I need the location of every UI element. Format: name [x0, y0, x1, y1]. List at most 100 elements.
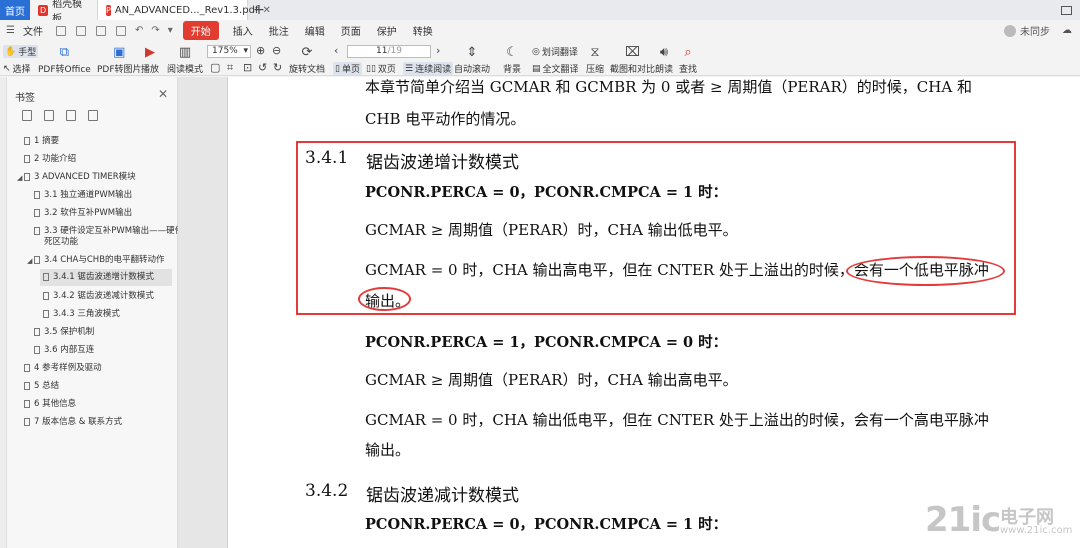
bookmark-item[interactable]: 3.6 内部互连	[34, 345, 94, 356]
zoom-out-icon[interactable]: ⊖	[272, 44, 281, 57]
background-button[interactable]: ☾ 背景	[503, 44, 521, 76]
bookmark-item[interactable]: 6 其他信息	[24, 399, 76, 410]
menu-icon[interactable]: ☰	[6, 25, 15, 36]
menu-annotate[interactable]: 批注	[261, 23, 297, 38]
annotation-ellipse	[358, 287, 411, 311]
pdf-to-office-button[interactable]: ⧉ PDF转Office	[38, 44, 91, 76]
bookmark-item[interactable]: 3.5 保护机制	[34, 327, 94, 338]
continuous-read-button[interactable]: ☰ 连续阅读	[403, 62, 454, 75]
pdf-to-image-button[interactable]: ▣ PDF转图片	[97, 44, 142, 76]
pdf-to-office-icon: ⧉	[59, 44, 70, 60]
bookmark-icon	[24, 364, 30, 372]
bookmark-item[interactable]: 4 参考样例及驱动	[24, 363, 102, 374]
doc-paragraph: CHB 电平动作的情况。	[365, 110, 526, 128]
avatar	[1004, 24, 1016, 37]
watermark-logo: 21ic	[925, 500, 1001, 540]
menu-edit[interactable]: 编辑	[297, 23, 333, 38]
condition-heading: PCONR.PERCA = 1，PCONR.CMPCA = 0 时：	[365, 334, 728, 351]
bookmark-item[interactable]: 2 功能介绍	[24, 154, 76, 165]
bookmark-item[interactable]: 3.2 软件互补PWM输出	[34, 208, 132, 219]
fit-width-icon[interactable]: ⊡	[243, 61, 252, 74]
window-layout-icon[interactable]	[1061, 5, 1072, 15]
select-tool[interactable]: ↖ 选择	[3, 62, 31, 76]
rotate-right-icon[interactable]: ↻	[273, 61, 282, 74]
rotate-document-button[interactable]: ⟳ 旋转文档	[289, 44, 325, 76]
menu-convert[interactable]: 转换	[405, 23, 441, 38]
read-mode-button[interactable]: ▥ 阅读模式	[167, 44, 203, 76]
add-tab-button[interactable]: +	[248, 0, 270, 20]
find-button[interactable]: ⌕ 查找	[679, 44, 697, 76]
bookmark-item[interactable]: 3 ADVANCED TIMER模块	[24, 172, 136, 183]
next-page-icon[interactable]: ›	[436, 44, 440, 57]
tab-template[interactable]: D 稻壳模板	[30, 0, 98, 25]
full-translate-button[interactable]: ▤ 全文翻译	[532, 62, 579, 76]
translate-icon: ◎	[532, 46, 540, 57]
print-icon[interactable]	[95, 25, 106, 36]
preview-icon[interactable]	[115, 25, 126, 36]
bookmark-icon	[43, 292, 49, 300]
bookmark-icon	[24, 382, 30, 390]
bookmark-item[interactable]: 3.4.3 三角波模式	[43, 309, 120, 320]
continuous-icon: ☰	[405, 63, 414, 74]
collapse-all-icon[interactable]	[44, 110, 54, 121]
prev-page-icon[interactable]: ‹	[334, 44, 338, 57]
menu-page[interactable]: 页面	[333, 23, 369, 38]
read-aloud-button[interactable]: 🔊︎ 朗读	[655, 44, 673, 76]
actual-size-icon[interactable]: ▢	[210, 61, 220, 74]
moon-icon: ☾	[506, 44, 518, 60]
menu-start[interactable]: 开始	[182, 21, 219, 40]
fit-page-icon[interactable]: ⌗	[227, 61, 233, 75]
expand-all-icon[interactable]	[22, 110, 32, 121]
bookmark-icon	[34, 256, 40, 264]
more-icon[interactable]: ▾	[168, 25, 173, 36]
auto-scroll-icon: ⇕	[466, 44, 478, 60]
bookmark-item[interactable]: 5 总结	[24, 381, 59, 392]
bookmark-icon	[34, 346, 40, 354]
page-number-input[interactable]: 11/19	[347, 45, 431, 58]
zoom-select[interactable]: 175% ▾	[207, 45, 251, 58]
word-translate-button[interactable]: ◎ 划词翻译	[532, 45, 578, 59]
add-bookmark-icon[interactable]	[66, 110, 76, 121]
bookmark-item[interactable]: 3.4.2 锯齿波递减计数模式	[43, 291, 154, 302]
sync-status[interactable]: 未同步 ☁	[1004, 23, 1080, 38]
save-icon[interactable]	[75, 25, 86, 36]
tab-home[interactable]: 首页	[0, 0, 30, 20]
open-icon[interactable]	[55, 25, 66, 36]
tab-bar: 首页 D 稻壳模板 P AN_ADVANCED..._Rev1.3.pdf ✕ …	[0, 0, 1080, 25]
bookmark-icon	[24, 137, 30, 145]
bookmark-icon	[43, 310, 49, 318]
bookmark-item-continued[interactable]: 死区功能	[44, 237, 78, 248]
bookmark-item-selected[interactable]: 3.4.1 锯齿波递增计数模式	[40, 269, 172, 286]
bookmark-item[interactable]: 1 摘要	[24, 136, 59, 147]
double-page-icon: ▯▯	[366, 63, 376, 74]
bookmark-item[interactable]: 3.4 CHA与CHB的电平翻转动作	[34, 255, 165, 266]
expand-triangle-icon[interactable]: ◢	[27, 257, 32, 265]
screenshot-compare-button[interactable]: ⌧ 截图和对比	[610, 44, 655, 76]
bookmark-item[interactable]: 3.1 独立通道PWM输出	[34, 190, 132, 201]
rotate-left-icon[interactable]: ↺	[258, 61, 267, 74]
close-icon[interactable]: ✕	[158, 87, 168, 101]
redo-icon[interactable]: ↷	[151, 25, 159, 36]
tab-pdf-document[interactable]: P AN_ADVANCED..._Rev1.3.pdf ✕	[98, 0, 271, 20]
single-page-button[interactable]: ▯ 单页	[333, 62, 362, 75]
double-page-button[interactable]: ▯▯ 双页	[366, 62, 396, 76]
compress-button[interactable]: ⧖ 压缩	[586, 44, 604, 76]
menu-insert[interactable]: 插入	[225, 23, 261, 38]
delete-bookmark-icon[interactable]	[88, 110, 98, 121]
cursor-icon: ↖	[3, 63, 11, 74]
cloud-icon[interactable]: ☁	[1062, 25, 1072, 36]
expand-triangle-icon[interactable]: ◢	[17, 174, 22, 182]
watermark-url: www.21ic.com	[1000, 525, 1073, 536]
bookmark-item[interactable]: 3.3 硬件设定互补PWM输出——硬件	[34, 226, 183, 237]
compress-icon: ⧖	[590, 44, 600, 60]
menu-protect[interactable]: 保护	[369, 23, 405, 38]
bookmark-item[interactable]: 7 版本信息 & 联系方式	[24, 417, 122, 428]
menu-file[interactable]: 文件	[15, 23, 51, 38]
section-title: 锯齿波递增计数模式	[366, 153, 519, 173]
play-button[interactable]: ▶ 播放	[141, 44, 159, 76]
zoom-in-icon[interactable]: ⊕	[256, 44, 265, 57]
bookmark-icon	[34, 227, 40, 235]
undo-icon[interactable]: ↶	[135, 25, 143, 36]
auto-scroll-button[interactable]: ⇕ 自动滚动	[454, 44, 490, 76]
hand-tool[interactable]: ✋ 手型	[3, 45, 39, 58]
